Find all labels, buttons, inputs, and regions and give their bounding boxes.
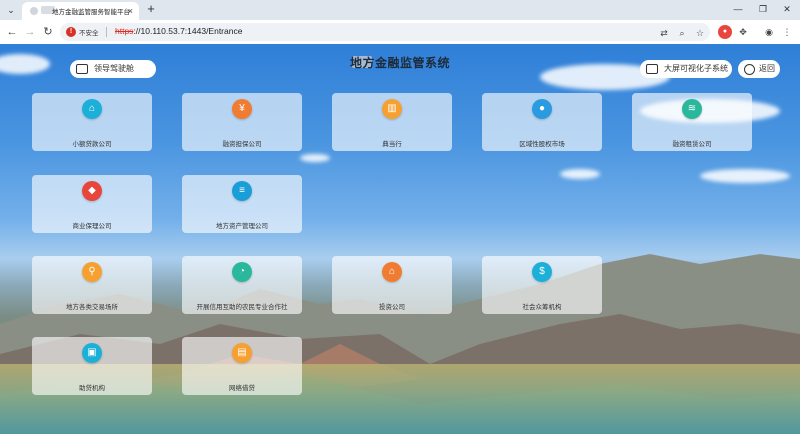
category-card[interactable]: $ 社会众筹机构: [482, 256, 602, 314]
clipboard-icon: ▤: [232, 343, 252, 363]
category-card[interactable]: ≡ 地方资产管理公司: [182, 175, 302, 233]
back-label: 返回: [759, 64, 775, 73]
category-card-label: 助贷机构: [79, 385, 105, 392]
minimize-button[interactable]: —: [727, 2, 749, 16]
category-card-label: 典当行: [382, 141, 402, 148]
guarantee-icon: ¥: [232, 99, 252, 119]
asset-icon: ≡: [232, 181, 252, 201]
warning-icon: !: [66, 27, 76, 37]
category-card-label: 地方各类交易场所: [66, 304, 118, 311]
bookmark-star-icon[interactable]: ☆: [694, 27, 706, 39]
category-card[interactable]: ¥ 融资担保公司: [182, 93, 302, 151]
url-text[interactable]: https://10.110.53.7:1443/Entrance: [115, 26, 242, 36]
back-button[interactable]: 返回: [738, 60, 780, 78]
url-scheme: https: [115, 26, 134, 36]
active-tab[interactable]: 地方金融监管服务智能平台 ×: [22, 2, 139, 20]
people-icon: ●: [532, 99, 552, 119]
close-window-button[interactable]: ✕: [776, 2, 798, 16]
category-card-label: 区域性股权市场: [519, 141, 565, 148]
tab-search-icon[interactable]: ⌄: [4, 3, 18, 17]
category-card[interactable]: ▥ 典当行: [332, 93, 452, 151]
pawnshop-icon: ▥: [382, 99, 402, 119]
money-bag-icon: $: [532, 262, 552, 282]
category-card-label: 社会众筹机构: [522, 304, 562, 311]
new-tab-button[interactable]: +: [144, 2, 158, 16]
menu-icon[interactable]: ⋮: [780, 25, 794, 39]
address-bar[interactable]: ! 不安全 https://10.110.53.7:1443/Entrance …: [60, 23, 710, 41]
category-card-label: 地方资产管理公司: [216, 223, 268, 230]
back-circle-icon: [744, 63, 755, 75]
category-card-label: 网络借贷: [229, 385, 255, 392]
profile-icon[interactable]: ◉: [762, 25, 776, 39]
category-card[interactable]: ◔ 开展信用互助的农民专业合作社: [182, 256, 302, 314]
category-card[interactable]: ◆ 商业保理公司: [32, 175, 152, 233]
pie-chart-icon: ◔: [232, 262, 252, 282]
category-card[interactable]: ▤ 网络借贷: [182, 337, 302, 395]
cloud: [300, 154, 330, 162]
category-card-label: 小额贷款公司: [72, 141, 112, 148]
layers-icon: ≋: [682, 99, 702, 119]
favicon-icon: [30, 7, 38, 15]
security-label[interactable]: 不安全: [79, 27, 99, 37]
cloud: [560, 169, 600, 179]
category-card-label: 融资担保公司: [222, 141, 262, 148]
monitor-icon: [76, 64, 88, 74]
category-card[interactable]: ⚲ 地方各类交易场所: [32, 256, 152, 314]
extensions-puzzle-icon[interactable]: ✥: [736, 25, 750, 39]
page-background: 领导驾驶舱 地方金融监管系统 大屏可视化子系统 返回 ⌂ 小额贷款公司 ¥ 融资担保公…: [0, 44, 800, 434]
translate-icon[interactable]: ⇄: [658, 27, 670, 39]
house-icon: ⌂: [82, 99, 102, 119]
monitor-icon: [646, 64, 658, 74]
category-card-label: 投资公司: [379, 304, 405, 311]
category-card[interactable]: ▣ 助贷机构: [32, 337, 152, 395]
maximize-button[interactable]: ❐: [752, 2, 774, 16]
home-icon: ⌂: [382, 262, 402, 282]
extension-icon[interactable]: ●: [718, 25, 732, 39]
tab-title: 地方金融监管服务智能平台: [52, 9, 130, 16]
category-card-label: 商业保理公司: [72, 223, 112, 230]
divider: [106, 27, 107, 37]
big-screen-button[interactable]: 大屏可视化子系统: [640, 60, 732, 78]
category-card[interactable]: ● 区域性股权市场: [482, 93, 602, 151]
category-card-label: 融资租赁公司: [672, 141, 712, 148]
url-path: ://10.110.53.7:1443/Entrance: [133, 26, 243, 36]
big-screen-label: 大屏可视化子系统: [664, 64, 728, 73]
cloud: [0, 54, 50, 74]
category-card-label: 开展信用互助的农民专业合作社: [196, 304, 288, 311]
browser-toolbar: ← → ↻ ! 不安全 https://10.110.53.7:1443/Ent…: [0, 20, 800, 44]
page-title: 地方金融监管系统: [350, 56, 451, 70]
forward-arrow-icon[interactable]: →: [22, 24, 38, 40]
tab-strip: ⌄ 地方金融监管服务智能平台 × + — ❐ ✕: [0, 0, 800, 20]
search-person-icon: ⚲: [82, 262, 102, 282]
close-tab-icon[interactable]: ×: [128, 5, 133, 17]
leader-cockpit-label: 领导驾驶舱: [94, 64, 134, 73]
zoom-icon[interactable]: ⌕: [676, 27, 688, 39]
camera-icon: ▣: [82, 343, 102, 363]
category-card[interactable]: ⌂ 小额贷款公司: [32, 93, 152, 151]
reload-icon[interactable]: ↻: [40, 24, 56, 40]
leader-cockpit-button[interactable]: 领导驾驶舱: [70, 60, 156, 78]
category-card[interactable]: ≋ 融资租赁公司: [632, 93, 752, 151]
category-card[interactable]: ⌂ 投资公司: [332, 256, 452, 314]
shield-icon: ◆: [82, 181, 102, 201]
cloud: [700, 169, 790, 183]
back-arrow-icon[interactable]: ←: [4, 24, 20, 40]
